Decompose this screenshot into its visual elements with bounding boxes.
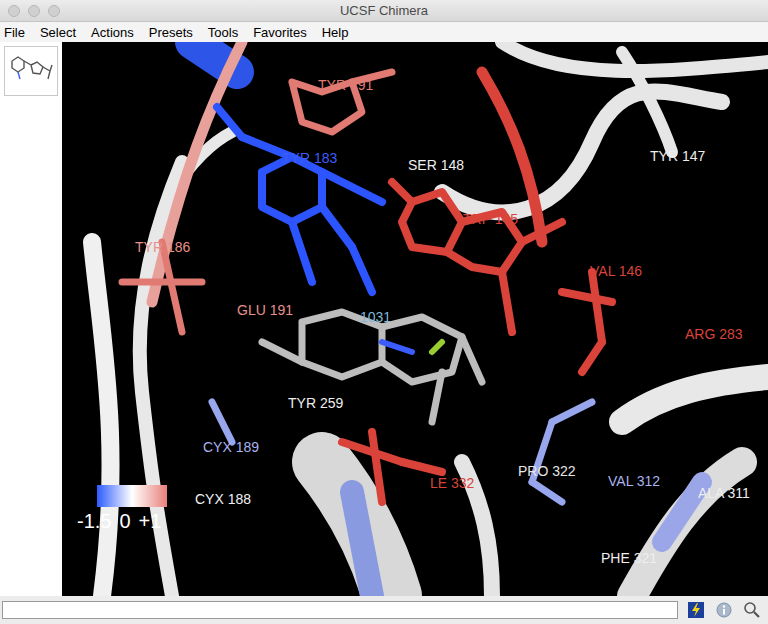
menu-item[interactable]: Actions xyxy=(91,25,134,40)
menu-item[interactable]: File xyxy=(4,25,25,40)
search-button[interactable] xyxy=(742,600,762,620)
residue-label: TYR 186 xyxy=(135,239,190,255)
molecule-scene xyxy=(62,42,768,596)
residue-label: ALA 311 xyxy=(698,485,750,501)
info-icon xyxy=(716,602,732,618)
lightning-icon xyxy=(688,602,704,618)
residue-label: GLU 191 xyxy=(237,302,293,318)
main-area: TYR 191 TYR 183 SER 148 TRP 145 TYR 147 TYR 1… xyxy=(0,42,768,596)
residue-label: TYR 147 xyxy=(650,148,705,164)
command-line[interactable] xyxy=(2,601,678,619)
molecule-icon xyxy=(8,51,54,91)
chimera-window: UCSF Chimera File Select Actions Presets Tool… xyxy=(0,0,768,624)
window-title: UCSF Chimera xyxy=(60,3,708,18)
info-button[interactable] xyxy=(714,600,734,620)
residue-label: CYX 188 xyxy=(195,491,251,507)
menu-item[interactable]: Presets xyxy=(149,25,193,40)
color-key-label: -1.5 xyxy=(77,509,111,533)
menu-bar: File Select Actions Presets Tools Favorites He… xyxy=(0,22,768,42)
model-panel xyxy=(0,42,62,596)
residue-label: TYR 191 xyxy=(318,77,373,93)
color-key-labels: -1.5 0 +1 xyxy=(77,509,167,533)
residue-label: SER 148 xyxy=(408,157,464,173)
menu-item[interactable]: Tools xyxy=(208,25,238,40)
residue-label: VAL 312 xyxy=(608,473,660,489)
color-key-bar xyxy=(97,485,167,507)
residue-label: PRO 322 xyxy=(518,463,576,479)
residue-label: 1031 xyxy=(360,309,391,325)
residue-label: VAL 146 xyxy=(590,263,642,279)
residue-label: LE 332 xyxy=(430,475,474,491)
residue-label: TYR 183 xyxy=(282,150,337,166)
window-controls xyxy=(0,5,60,17)
residue-label: ARG 283 xyxy=(685,326,743,342)
color-key-label: 0 xyxy=(119,509,130,533)
color-key: -1.50+1 xyxy=(97,485,167,533)
graphics-viewer[interactable]: TYR 191 TYR 183 SER 148 TRP 145 TYR 147 TYR 1… xyxy=(62,42,768,596)
title-bar: UCSF Chimera xyxy=(0,0,768,22)
zoom-button[interactable] xyxy=(48,5,60,17)
minimize-button[interactable] xyxy=(28,5,40,17)
menu-item[interactable]: Select xyxy=(40,25,76,40)
residue-label: TRP 145 xyxy=(463,211,518,227)
color-key-label: +1 xyxy=(139,509,162,533)
residue-label: PHE 321 xyxy=(601,550,657,566)
residue-label: CYX 189 xyxy=(203,439,259,455)
model-thumbnail[interactable] xyxy=(4,46,58,96)
lightning-button[interactable] xyxy=(686,600,706,620)
magnifier-icon xyxy=(743,601,761,619)
command-bar xyxy=(0,596,768,624)
residue-label: TYR 259 xyxy=(288,395,343,411)
menu-item[interactable]: Favorites xyxy=(253,25,306,40)
menu-item[interactable]: Help xyxy=(322,25,349,40)
close-button[interactable] xyxy=(8,5,20,17)
